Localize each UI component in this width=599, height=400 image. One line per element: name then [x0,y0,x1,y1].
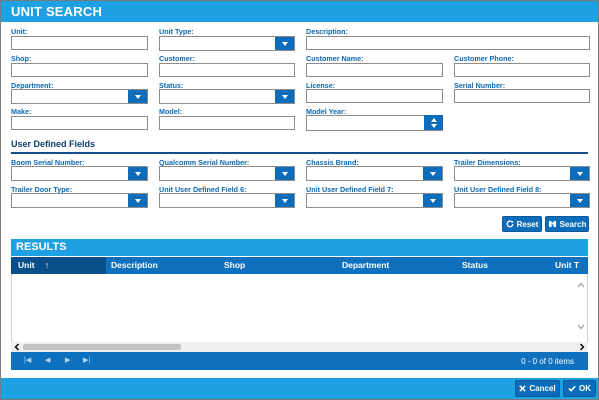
model-label: Model: [159,107,183,116]
check-icon [568,385,576,392]
description-input[interactable] [306,36,590,50]
customer-phone-label: Customer Phone: [454,54,514,63]
customer-name-label: Customer Name: [306,54,364,63]
unit-search-dialog: UNIT SEARCH Unit: Unit Type: Description… [0,0,599,400]
license-input[interactable] [306,89,443,103]
scroll-right-icon[interactable] [579,343,585,351]
udf8-dropdown[interactable] [454,193,590,208]
make-label: Make: [11,107,32,116]
qualcomm-serial-dropdown[interactable] [159,166,295,181]
column-status[interactable]: Status [462,257,488,274]
horizontal-scroll-thumb[interactable] [23,344,181,350]
scroll-left-icon[interactable] [14,343,20,351]
column-unit[interactable]: Unit ↑ [11,257,106,274]
trailer-dimensions-dropdown[interactable] [454,166,590,181]
unit-input[interactable] [11,36,148,50]
vertical-scrollbar[interactable] [575,274,587,342]
chevron-down-icon[interactable] [275,194,294,207]
chevron-down-icon[interactable] [570,194,589,207]
prev-page-icon[interactable]: ◀ [45,356,50,364]
spinner-icon[interactable] [424,115,443,130]
results-grid-body [11,274,588,342]
next-page-icon[interactable]: ▶ [65,356,70,364]
chevron-down-icon[interactable] [275,90,294,103]
shop-label: Shop: [11,54,32,63]
status-dropdown[interactable] [159,89,295,104]
ok-button[interactable]: OK [563,380,596,397]
pager-info: 0 - 0 of 0 items [521,357,574,366]
chevron-down-icon[interactable] [128,167,147,180]
unit-type-dropdown[interactable] [159,36,295,51]
trailer-door-type-dropdown[interactable] [11,193,148,208]
section-divider [11,152,588,154]
binoculars-icon [548,220,556,228]
chevron-down-icon[interactable] [275,167,294,180]
udf7-dropdown[interactable] [306,193,443,208]
dialog-title: UNIT SEARCH [1,1,598,22]
chevron-down-icon[interactable] [128,194,147,207]
make-input[interactable] [11,116,148,130]
results-grid-header: Unit ↑ Description Shop Department Statu… [11,257,588,274]
customer-label: Customer: [159,54,195,63]
chassis-brand-dropdown[interactable] [306,166,443,181]
model-year-spinner[interactable] [306,115,443,131]
search-label: Search [559,219,587,229]
dialog-footer: Cancel OK [1,378,598,399]
first-page-icon[interactable]: |◀ [24,356,31,364]
chevron-down-icon[interactable] [275,37,294,50]
reset-label: Reset [516,219,539,229]
chevron-down-icon[interactable] [570,167,589,180]
results-title: RESULTS [11,239,588,256]
cancel-label: Cancel [529,384,556,393]
customer-phone-input[interactable] [454,63,590,77]
boom-serial-dropdown[interactable] [11,166,148,181]
customer-name-input[interactable] [306,63,443,77]
customer-input[interactable] [159,63,295,77]
column-unit-type[interactable]: Unit T [555,257,579,274]
cancel-button[interactable]: Cancel [515,380,560,397]
results-pager: |◀ ◀ ▶ ▶| 0 - 0 of 0 items [11,352,588,370]
udf6-dropdown[interactable] [159,193,295,208]
department-dropdown[interactable] [11,89,148,104]
column-unit-label: Unit [18,260,35,270]
x-icon [519,385,527,392]
udf-section-title: User Defined Fields [11,139,96,149]
shop-input[interactable] [11,63,148,77]
column-shop[interactable]: Shop [224,257,245,274]
scroll-arrows-icon[interactable] [575,274,587,342]
column-description[interactable]: Description [111,257,158,274]
search-button[interactable]: Search [545,216,589,232]
serial-number-input[interactable] [454,89,590,103]
refresh-icon [506,220,514,228]
chevron-down-icon[interactable] [128,90,147,103]
chevron-down-icon[interactable] [423,194,442,207]
horizontal-scrollbar[interactable] [11,342,588,352]
unit-label: Unit: [11,27,28,36]
left-stripe [1,22,4,378]
chevron-down-icon[interactable] [423,167,442,180]
column-department[interactable]: Department [342,257,389,274]
model-input[interactable] [159,116,295,130]
ok-label: OK [579,384,591,393]
reset-button[interactable]: Reset [502,216,542,232]
sort-arrow-icon: ↑ [44,260,50,270]
last-page-icon[interactable]: ▶| [83,356,90,364]
unit-type-label: Unit Type: [159,27,194,36]
description-label: Description: [306,27,348,36]
